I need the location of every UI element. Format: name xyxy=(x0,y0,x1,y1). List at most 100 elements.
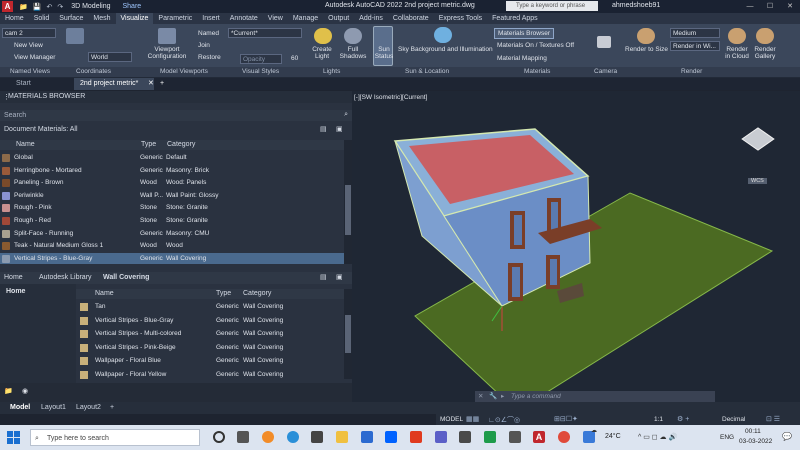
material-row[interactable]: Rough - Red Stone Stone: Granite xyxy=(0,215,344,227)
tab-layout2[interactable]: Layout2 xyxy=(76,403,101,413)
tab-start[interactable]: Start xyxy=(10,78,37,90)
tree-home-item[interactable]: Home xyxy=(6,288,25,295)
tab-output[interactable]: Output xyxy=(323,13,354,24)
open-icon[interactable]: 📁 xyxy=(19,3,28,11)
material-search-input[interactable]: Search ⌕ xyxy=(0,110,352,121)
snap-icon[interactable]: ∟⊙∠⌒◎ xyxy=(488,415,520,425)
material-mapping-button[interactable]: Material Mapping xyxy=(497,55,547,62)
document-materials-filter[interactable]: Document Materials: All ▤ ▣ xyxy=(0,124,352,135)
search-icon[interactable]: ⌕ xyxy=(344,111,348,119)
materials-browser-button[interactable]: Materials Browser xyxy=(494,28,555,39)
new-tab-button[interactable]: + xyxy=(154,78,170,90)
tab-solid[interactable]: Solid xyxy=(29,13,55,24)
command-close-icon[interactable]: ✕ xyxy=(478,391,483,402)
autocad-taskbar-icon[interactable]: A xyxy=(533,431,545,443)
library-material-row[interactable]: Vertical Stripes - Blue-Gray Generic Wall … xyxy=(76,315,344,328)
view-manager-button[interactable]: View Manager xyxy=(14,54,55,61)
library-material-row[interactable]: Tan Generic Wall Covering xyxy=(76,301,344,314)
tab-surface[interactable]: Surface xyxy=(54,13,88,24)
create-material-icon[interactable]: ◉ xyxy=(22,387,28,395)
library-scrollbar[interactable] xyxy=(344,289,352,379)
command-settings-icon[interactable]: 🔧 xyxy=(489,391,497,402)
create-light-button[interactable]: Create Light xyxy=(310,46,334,60)
viewcube[interactable] xyxy=(741,125,775,157)
wall-covering-breadcrumb[interactable]: Wall Covering xyxy=(103,274,149,281)
library-folder-icon[interactable]: 📁 xyxy=(4,387,13,395)
render-to-size-button[interactable]: Render to Size xyxy=(625,46,668,53)
new-layout-button[interactable]: + xyxy=(110,403,114,413)
render-gallery-button[interactable]: Render Gallery xyxy=(752,46,778,60)
tab-view[interactable]: View xyxy=(263,13,288,24)
viewport-config-icon[interactable] xyxy=(158,28,176,44)
mail-icon[interactable] xyxy=(361,431,373,443)
app-icon-2[interactable] xyxy=(459,431,471,443)
file-explorer-icon[interactable] xyxy=(336,431,348,443)
command-input[interactable]: Type a command xyxy=(511,391,561,402)
material-row[interactable]: Vertical Stripes - Blue-Gray Generic Wall … xyxy=(0,252,344,265)
autodesk-library-button[interactable]: Autodesk Library xyxy=(39,274,92,281)
camera-icon[interactable] xyxy=(597,36,611,48)
chrome-icon[interactable] xyxy=(558,431,570,443)
render-gallery-icon[interactable] xyxy=(756,28,774,44)
tab-model[interactable]: Model xyxy=(10,403,30,413)
material-row[interactable]: Periwinkle Wall P... Wall Paint: Glossy xyxy=(0,190,344,202)
tab-mesh[interactable]: Mesh xyxy=(88,13,115,24)
office-icon[interactable] xyxy=(410,431,422,443)
edge-icon[interactable] xyxy=(287,431,299,443)
clock-time[interactable]: 00:11 xyxy=(745,428,761,435)
materials-scrollbar[interactable] xyxy=(344,140,352,264)
ucs-icon[interactable] xyxy=(66,28,84,44)
whatsapp-icon[interactable] xyxy=(484,431,496,443)
wcs-label[interactable]: WCS xyxy=(748,178,767,184)
customize-icon[interactable]: ⊡ ☰ xyxy=(766,415,780,423)
library-material-row[interactable]: Wallpaper - Floral Blue Generic Wall Cover… xyxy=(76,355,344,368)
new-view-button[interactable]: New View xyxy=(14,42,43,49)
material-row[interactable]: Paneling - Brown Wood Wood: Panels xyxy=(0,177,344,189)
library-material-row[interactable]: Vertical Stripes - Multi-colored Generic W… xyxy=(76,328,344,341)
shadows-icon[interactable] xyxy=(344,28,362,44)
ucs-select[interactable]: World xyxy=(88,52,132,62)
tab-collaborate[interactable]: Collaborate xyxy=(388,13,434,24)
app-icon[interactable] xyxy=(311,431,323,443)
sky-icon[interactable] xyxy=(434,27,452,43)
material-row[interactable]: Global Generic Default xyxy=(0,152,344,164)
opacity-slider[interactable]: Opacity xyxy=(240,54,282,64)
create-light-icon[interactable] xyxy=(314,28,332,44)
library-panel-icon[interactable]: ▣ xyxy=(336,273,343,281)
viewport-configuration-button[interactable]: Viewport Configuration xyxy=(141,46,193,60)
grid-icon[interactable]: ▦▦ xyxy=(466,415,479,423)
autocad-logo-icon[interactable]: A xyxy=(2,1,13,12)
tab-annotate[interactable]: Annotate xyxy=(225,13,263,24)
firefox-icon[interactable] xyxy=(262,431,274,443)
library-material-row[interactable]: Vertical Stripes - Pink-Beige Generic Wall… xyxy=(76,342,344,355)
visual-style-select[interactable]: *Current* xyxy=(228,28,302,38)
maximize-icon[interactable]: ☐ xyxy=(760,0,780,13)
clock-date[interactable]: 03-03-2022 xyxy=(739,438,772,445)
join-viewports-button[interactable]: Join xyxy=(198,42,210,49)
named-viewports-button[interactable]: Named xyxy=(198,30,219,37)
materials-on-textures-off-button[interactable]: Materials On / Textures Off xyxy=(497,42,574,49)
render-quality-select[interactable]: Medium xyxy=(670,28,720,38)
tab-manage[interactable]: Manage xyxy=(288,13,323,24)
weather-icon[interactable]: ☁ xyxy=(591,427,597,434)
material-row[interactable]: Rough - Pink Stone Stone: Granite xyxy=(0,202,344,214)
tab-add-ins[interactable]: Add-ins xyxy=(354,13,388,24)
task-view-icon[interactable] xyxy=(237,431,249,443)
library-view-icon[interactable]: ▤ xyxy=(320,273,327,281)
app-icon-3[interactable] xyxy=(509,431,521,443)
close-icon[interactable]: ✕ xyxy=(780,0,800,13)
tab-express-tools[interactable]: Express Tools xyxy=(434,13,487,24)
command-line[interactable]: ✕ 🔧 ▸ Type a command xyxy=(475,391,715,402)
language-indicator[interactable]: ENG xyxy=(720,434,734,441)
render-location-select[interactable]: Render in Wi... xyxy=(670,41,720,51)
annotation-scale[interactable]: 1:1 xyxy=(654,416,663,423)
cortana-icon[interactable] xyxy=(213,431,225,443)
opacity-value[interactable]: 60 xyxy=(291,55,298,62)
redo-icon[interactable]: ↷ xyxy=(57,3,63,11)
restore-viewports-button[interactable]: Restore xyxy=(198,54,221,61)
tab-home[interactable]: Home xyxy=(0,13,29,24)
library-material-row[interactable]: Wallpaper - Floral Yellow Generic Wall Cov… xyxy=(76,369,344,382)
tray-icons[interactable]: ^ ▭ ◻ ☁ 🔊 xyxy=(638,433,677,441)
undo-icon[interactable]: ↶ xyxy=(46,3,52,11)
tab-layout1[interactable]: Layout1 xyxy=(41,403,66,413)
